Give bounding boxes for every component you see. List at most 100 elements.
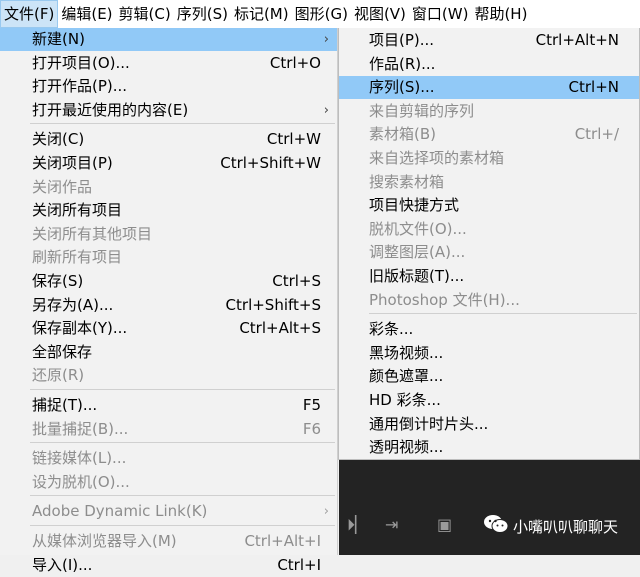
new_submenu-item-2[interactable]: 序列(S)... Ctrl+N (339, 76, 639, 100)
menu-separator (30, 442, 335, 444)
menu-item-shortcut: F5 (302, 396, 321, 414)
new_submenu-item-11: Photoshop 文件(H)... (339, 289, 639, 312)
menu-item-shortcut: Ctrl+Alt+S (239, 319, 321, 338)
menu-item-label: 序列(S)... (369, 78, 435, 97)
menu-item-shortcut: Ctrl+W (266, 130, 321, 149)
menubar-item-0[interactable]: 文件(F) (0, 0, 59, 28)
file_menu-item-2[interactable]: 打开作品(P)... (0, 75, 337, 98)
menu-item-label: 导入(I)... (32, 555, 93, 574)
menubar-item-5[interactable]: 图形(G) (292, 0, 351, 28)
file_menu-item-3[interactable]: 打开最近使用的内容(E) › (0, 99, 337, 122)
submenu-arrow-icon: › (323, 32, 329, 47)
timeline-panel: ⏵▏ ⇥ ▣ 小嘴叭叭聊聊天 (339, 460, 640, 555)
menu-item-label: 捕捉(T)... (32, 396, 98, 414)
menu-item-shortcut: Ctrl+/ (574, 125, 619, 144)
file_menu-item-1[interactable]: 打开项目(O)... Ctrl+O (0, 52, 337, 75)
menu-separator (30, 123, 335, 125)
menubar-item-1[interactable]: 编辑(E) (58, 0, 115, 28)
new_submenu-item-10[interactable]: 旧版标题(T)... (339, 265, 639, 288)
insert-icon[interactable]: ⇥ (385, 515, 398, 534)
menu-item-label: 旧版标题(T)... (369, 267, 465, 285)
menu-item-shortcut: Ctrl+N (568, 78, 619, 97)
menu-item-label: 项目(P)... (369, 31, 435, 49)
menu-item-label: 彩条... (369, 320, 414, 339)
menu-item-shortcut: Ctrl+I (277, 555, 321, 574)
new_submenu-item-7[interactable]: 项目快捷方式 (339, 194, 639, 217)
file_menu-item-9: 关闭所有其他项目 (0, 223, 337, 246)
menu-item-label: HD 彩条... (369, 391, 441, 409)
menu-item-label: 关闭(C) (32, 130, 85, 149)
menu-item-label: 关闭所有其他项目 (32, 224, 153, 243)
new_submenu-item-14[interactable]: 黑场视频... (339, 342, 639, 365)
menubar-item-4[interactable]: 标记(M) (231, 0, 292, 28)
menubar-item-2[interactable]: 剪辑(C) (116, 0, 174, 28)
submenu-arrow-icon: › (323, 504, 329, 520)
menu-item-label: 全部保存 (32, 342, 93, 361)
submenu-arrow-icon: › (323, 102, 329, 118)
menu-item-shortcut: F6 (302, 419, 321, 438)
menu-item-label: 保存副本(Y)... (32, 319, 128, 338)
menu-item-label: 保存(S) (32, 272, 84, 290)
menubar-item-8[interactable]: 帮助(H) (471, 0, 530, 28)
new_submenu-item-9: 调整图层(A)... (339, 241, 639, 264)
menubar-item-3[interactable]: 序列(S) (174, 0, 231, 28)
menu-separator (30, 389, 335, 390)
menu-item-label: 项目快捷方式 (369, 196, 460, 215)
menu-item-label: Photoshop 文件(H)... (369, 290, 520, 309)
wechat-icon (484, 515, 509, 533)
export-frame-icon[interactable]: ▣ (437, 515, 452, 534)
file_menu-item-25: 从媒体浏览器导入(M) Ctrl+Alt+I (0, 530, 337, 553)
new_submenu-item-16[interactable]: HD 彩条... (339, 389, 639, 412)
file_menu-item-17[interactable]: 捕捉(T)... F5 (0, 394, 337, 417)
file_menu-item-8[interactable]: 关闭所有项目 (0, 199, 337, 222)
menu-item-label: 调整图层(A)... (369, 243, 466, 262)
file_menu-item-20: 链接媒体(L)... (0, 447, 337, 470)
menu-item-label: 还原(R) (32, 366, 85, 385)
menu-item-label: 透明视频... (369, 438, 444, 457)
menu-separator (30, 525, 335, 526)
menu-item-label: 刷新所有项目 (32, 248, 123, 267)
new_submenu-item-3: 来自剪辑的序列 (339, 100, 639, 123)
file_menu-item-5[interactable]: 关闭(C) Ctrl+W (0, 128, 337, 151)
new_submenu-item-1[interactable]: 作品(R)... (339, 53, 639, 76)
menu-item-label: 批量捕捉(B)... (32, 419, 129, 438)
menu-item-shortcut: Ctrl+S (272, 272, 321, 290)
new_submenu-item-8: 脱机文件(O)... (339, 218, 639, 241)
menu-item-shortcut: Ctrl+O (269, 53, 321, 72)
file_menu-item-6[interactable]: 关闭项目(P) Ctrl+Shift+W (0, 152, 337, 175)
menu-item-label: 黑场视频... (369, 343, 444, 362)
file-menu: 新建(N) › 打开项目(O)... Ctrl+O 打开作品(P)... 打开最近使用的内… (0, 28, 338, 574)
new-submenu: 项目(P)... Ctrl+Alt+N 作品(R)... 序列(S)... Ctrl+N… (338, 28, 640, 460)
watermark-text: 小嘴叭叭聊聊天 (513, 518, 619, 536)
file_menu-item-26[interactable]: 导入(I)... Ctrl+I (0, 554, 337, 577)
menu-item-label: 新建(N) (32, 30, 85, 48)
menu-item-label: 素材箱(B) (369, 125, 436, 144)
file_menu-item-23: Adobe Dynamic Link(K) › (0, 500, 337, 523)
new_submenu-item-13[interactable]: 彩条... (339, 318, 639, 341)
file_menu-item-0[interactable]: 新建(N) › (0, 28, 337, 51)
menu-item-shortcut: Ctrl+Alt+N (535, 31, 619, 49)
new_submenu-item-15[interactable]: 颜色遮罩... (339, 365, 639, 388)
menu-item-label: 关闭所有项目 (32, 201, 123, 220)
menu-item-label: 搜索素材箱 (369, 172, 445, 191)
new_submenu-item-0[interactable]: 项目(P)... Ctrl+Alt+N (339, 29, 639, 52)
menu-item-label: 脱机文件(O)... (369, 219, 467, 238)
menu-item-label: 关闭项目(P) (32, 154, 113, 172)
menu-item-label: 链接媒体(L)... (32, 449, 127, 468)
menu-item-label: 通用倒计时片头... (369, 414, 489, 433)
file_menu-item-13[interactable]: 保存副本(Y)... Ctrl+Alt+S (0, 317, 337, 340)
menubar-item-7[interactable]: 窗口(W) (409, 0, 472, 28)
file_menu-item-11[interactable]: 保存(S) Ctrl+S (0, 270, 337, 293)
menubar-item-6[interactable]: 视图(V) (351, 0, 409, 28)
menu-item-label: 打开作品(P)... (32, 77, 128, 96)
menu-item-label: 另存为(A)... (32, 295, 114, 314)
menu-bar: 文件(F) 编辑(E) 剪辑(C) 序列(S) 标记(M) 图形(G) 视图(V) 窗口(W)… (0, 0, 640, 29)
file_menu-item-14[interactable]: 全部保存 (0, 341, 337, 364)
file_menu-item-12[interactable]: 另存为(A)... Ctrl+Shift+S (0, 294, 337, 317)
step-forward-icon[interactable]: ⏵▏ (347, 515, 367, 535)
new_submenu-item-18[interactable]: 透明视频... (339, 436, 639, 459)
file_menu-item-21: 设为脱机(O)... (0, 471, 337, 494)
new_submenu-item-17[interactable]: 通用倒计时片头... (339, 413, 639, 436)
menu-item-shortcut: Ctrl+Alt+I (244, 532, 321, 550)
menu-item-label: 颜色遮罩... (369, 367, 444, 386)
